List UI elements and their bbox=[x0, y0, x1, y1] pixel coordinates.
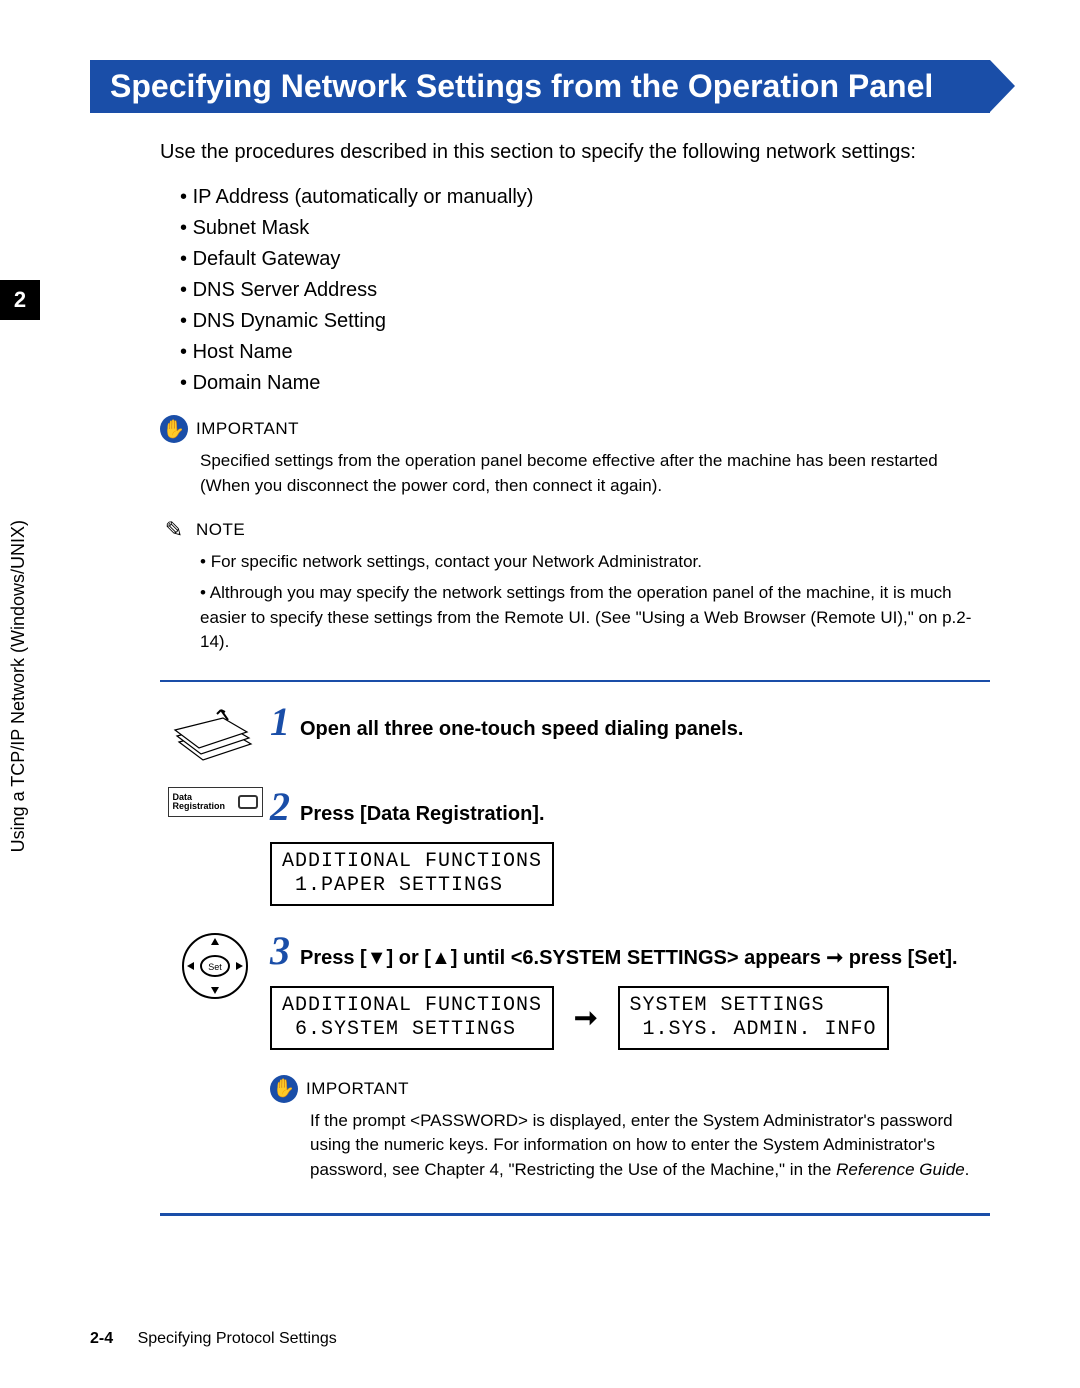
chapter-tab: 2 bbox=[0, 280, 40, 320]
list-item: Domain Name bbox=[180, 372, 990, 395]
list-item: IP Address (automatically or manually) bbox=[180, 186, 990, 209]
important-text: Specified settings from the operation pa… bbox=[200, 449, 990, 498]
arrow-set-keypad-icon: Set bbox=[180, 931, 250, 1001]
list-item: Default Gateway bbox=[180, 248, 990, 271]
footer-section: Specifying Protocol Settings bbox=[138, 1330, 337, 1347]
data-registration-button-icon: Data Registration bbox=[168, 787, 263, 817]
step-number: 1 bbox=[270, 702, 290, 742]
step-1: 1 Open all three one-touch speed dialing… bbox=[160, 702, 990, 762]
step-number: 3 bbox=[270, 931, 290, 971]
important-icon: ✋ bbox=[160, 415, 188, 443]
important-label: IMPORTANT bbox=[306, 1079, 409, 1099]
page-footer: 2-4 Specifying Protocol Settings bbox=[90, 1330, 337, 1348]
list-item: Subnet Mask bbox=[180, 217, 990, 240]
list-item: DNS Dynamic Setting bbox=[180, 310, 990, 333]
important-text-2: If the prompt <PASSWORD> is displayed, e… bbox=[310, 1109, 990, 1183]
important-label: IMPORTANT bbox=[196, 419, 299, 439]
intro-paragraph: Use the procedures described in this sec… bbox=[160, 138, 990, 166]
divider bbox=[160, 680, 990, 682]
section-title-banner: Specifying Network Settings from the Ope… bbox=[90, 60, 990, 113]
step-2: Data Registration 2 Press [Data Registra… bbox=[160, 787, 990, 906]
network-settings-list: IP Address (automatically or manually) S… bbox=[180, 186, 990, 395]
section-title: Specifying Network Settings from the Ope… bbox=[110, 68, 933, 104]
lcd-display: ADDITIONAL FUNCTIONS 1.PAPER SETTINGS bbox=[270, 842, 554, 906]
lcd-display: SYSTEM SETTINGS 1.SYS. ADMIN. INFO bbox=[618, 986, 889, 1050]
page-number: 2-4 bbox=[90, 1330, 113, 1347]
note-icon: ✎ bbox=[160, 516, 188, 544]
arrow-icon: ➞ bbox=[574, 1001, 597, 1034]
step-title: Press [▼] or [▲] until <6.SYSTEM SETTING… bbox=[300, 945, 958, 970]
important-icon: ✋ bbox=[270, 1075, 298, 1103]
important-callout: ✋ IMPORTANT Specified settings from the … bbox=[160, 415, 990, 498]
svg-text:Set: Set bbox=[208, 962, 222, 972]
step-number: 2 bbox=[270, 787, 290, 827]
note-list: For specific network settings, contact y… bbox=[200, 550, 990, 655]
list-item: For specific network settings, contact y… bbox=[200, 550, 990, 575]
list-item: Host Name bbox=[180, 341, 990, 364]
step-title: Open all three one-touch speed dialing p… bbox=[300, 718, 743, 741]
step-title: Press [Data Registration]. bbox=[300, 803, 545, 826]
side-chapter-label: Using a TCP/IP Network (Windows/UNIX) bbox=[8, 520, 29, 852]
dial-panel-icon bbox=[173, 702, 258, 762]
step-3: Set 3 Press [▼] or [▲] until <6.SYSTEM S… bbox=[160, 931, 990, 1183]
lcd-display: ADDITIONAL FUNCTIONS 6.SYSTEM SETTINGS bbox=[270, 986, 554, 1050]
bottom-divider bbox=[160, 1213, 990, 1216]
list-item: Althrough you may specify the network se… bbox=[200, 581, 990, 655]
note-label: NOTE bbox=[196, 520, 245, 540]
note-callout: ✎ NOTE For specific network settings, co… bbox=[160, 516, 990, 655]
important-callout-2: ✋ IMPORTANT If the prompt <PASSWORD> is … bbox=[270, 1075, 990, 1183]
list-item: DNS Server Address bbox=[180, 279, 990, 302]
